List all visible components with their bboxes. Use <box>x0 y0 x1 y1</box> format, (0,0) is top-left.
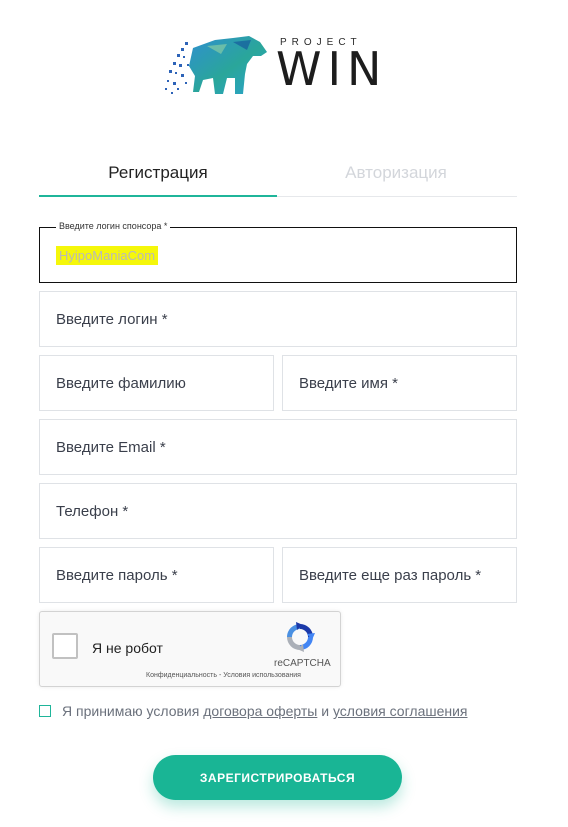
login-input[interactable] <box>40 310 516 328</box>
recaptcha-brand: reCAPTCHA <box>274 658 331 669</box>
sponsor-login-field[interactable]: Введите логин спонсора * HyipoManiaCom <box>39 221 517 283</box>
recaptcha-widget: Я не робот reCAPTCHA Конфиденциальность … <box>39 611 341 687</box>
sponsor-login-value[interactable]: HyipoManiaCom <box>56 246 159 265</box>
recaptcha-links[interactable]: Конфиденциальность - Условия использован… <box>146 672 301 679</box>
name-input[interactable] <box>283 374 516 392</box>
auth-tabs: Регистрация Авторизация <box>39 150 517 198</box>
recaptcha-checkbox[interactable] <box>52 633 78 659</box>
name-field[interactable] <box>282 355 517 411</box>
agreement-row: Я принимаю условия договора оферты и усл… <box>39 702 468 720</box>
agreement-middle: и <box>317 703 333 719</box>
offer-contract-link[interactable]: договора оферты <box>203 703 317 719</box>
surname-field[interactable] <box>39 355 274 411</box>
agreement-text: Я принимаю условия договора оферты и усл… <box>62 703 468 719</box>
password-input[interactable] <box>40 566 273 584</box>
tab-login[interactable]: Авторизация <box>277 150 515 196</box>
tab-registration[interactable]: Регистрация <box>39 150 277 196</box>
terms-link[interactable]: условия соглашения <box>333 703 468 719</box>
surname-input[interactable] <box>40 374 273 392</box>
logo-win-text: WIN <box>276 42 388 96</box>
active-tab-indicator <box>39 195 277 197</box>
sponsor-login-legend: Введите логин спонсора * <box>56 221 171 231</box>
email-field[interactable] <box>39 419 517 475</box>
logo: PROJECT WIN <box>163 28 395 100</box>
agreement-prefix: Я принимаю условия <box>62 703 204 719</box>
bear-icon <box>165 36 267 94</box>
password-field[interactable] <box>39 547 274 603</box>
register-button[interactable]: ЗАРЕГИСТРИРОВАТЬСЯ <box>153 755 402 800</box>
password-repeat-input[interactable] <box>283 566 516 584</box>
phone-input[interactable] <box>40 502 516 520</box>
agreement-checkbox[interactable] <box>39 705 51 717</box>
email-input[interactable] <box>40 438 516 456</box>
recaptcha-label: Я не робот <box>92 640 163 656</box>
login-field[interactable] <box>39 291 517 347</box>
recaptcha-logo-icon <box>287 622 315 652</box>
phone-field[interactable] <box>39 483 517 539</box>
password-repeat-field[interactable] <box>282 547 517 603</box>
